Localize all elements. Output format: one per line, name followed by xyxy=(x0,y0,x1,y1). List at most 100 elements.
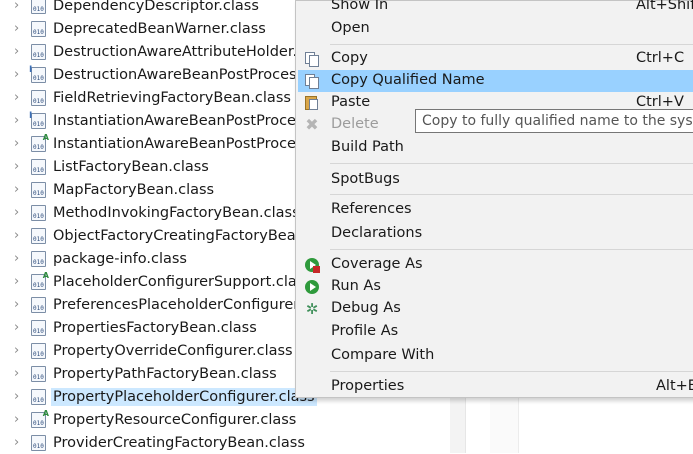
tree-item-label: ProviderCreatingFactoryBean.class xyxy=(53,434,305,451)
menu-item-shortcut: Alt+Shift+W xyxy=(636,0,693,13)
tree-item-label: InstantiationAwareBeanPostProcesso xyxy=(53,135,320,152)
class-file-icon: 010 xyxy=(31,181,46,198)
chevron-right-icon[interactable]: › xyxy=(14,113,24,128)
chevron-right-icon[interactable]: › xyxy=(14,366,24,381)
run-icon xyxy=(304,279,320,295)
tree-item-label: PropertyPathFactoryBean.class xyxy=(53,365,277,382)
class-file-icon: 010 xyxy=(31,43,46,60)
menu-item-profile-as[interactable]: Profile As xyxy=(296,321,693,343)
menu-item-label: References xyxy=(331,201,412,217)
menu-item-shortcut: Ctrl+C xyxy=(636,50,685,66)
debug-bug-icon: ✲ xyxy=(305,300,319,318)
menu-separator xyxy=(330,371,693,372)
tree-item-label: PropertyOverrideConfigurer.class xyxy=(53,342,293,359)
menu-item-label: Show In xyxy=(331,0,389,13)
tree-item[interactable]: › 010 ProviderCreatingFactoryBean.class xyxy=(0,431,450,454)
menu-item-show-in[interactable]: Show In Alt+Shift+W xyxy=(296,0,693,17)
copy-icon xyxy=(304,51,320,67)
class-file-icon: 010 xyxy=(31,250,46,267)
tree-item-label: ObjectFactoryCreatingFactoryBean.c xyxy=(53,227,318,244)
class-file-icon: 010 xyxy=(31,388,46,405)
menu-item-debug-as[interactable]: ✲ Debug As xyxy=(296,298,693,320)
menu-item-declarations[interactable]: Declarations xyxy=(296,223,693,245)
tree-item-label: FieldRetrievingFactoryBean.class xyxy=(53,89,291,106)
coverage-icon xyxy=(304,257,320,273)
class-file-icon: 010 A xyxy=(31,270,49,290)
context-menu: Show In Alt+Shift+W Open Copy Ctrl+C Cop… xyxy=(295,0,693,398)
menu-item-shortcut: Alt+Enter xyxy=(656,378,693,394)
chevron-right-icon[interactable]: › xyxy=(14,297,24,312)
chevron-right-icon[interactable]: › xyxy=(14,21,24,36)
chevron-right-icon[interactable]: › xyxy=(14,320,24,335)
menu-item-shortcut: Ctrl+V xyxy=(636,94,684,110)
chevron-right-icon[interactable]: › xyxy=(14,274,24,289)
tree-item-label: DestructionAwareAttributeHolder.cla xyxy=(53,43,318,60)
menu-item-references[interactable]: References xyxy=(296,199,693,221)
tree-item-label: PropertiesFactoryBean.class xyxy=(53,319,257,336)
tree-item-label: MapFactoryBean.class xyxy=(53,181,215,198)
class-file-icon: 010 I xyxy=(29,65,46,83)
class-file-icon: 010 xyxy=(31,227,46,244)
class-file-icon: 010 xyxy=(31,319,46,336)
tree-item-label: PropertyPlaceholderConfigurer.class xyxy=(51,387,317,406)
class-file-icon: 010 A xyxy=(31,132,49,152)
chevron-right-icon[interactable]: › xyxy=(14,251,24,266)
menu-item-compare-with[interactable]: Compare With xyxy=(296,345,693,367)
chevron-right-icon[interactable]: › xyxy=(14,435,24,450)
tree-item-label: DeprecatedBeanWarner.class xyxy=(53,20,266,37)
menu-separator xyxy=(330,194,693,195)
menu-item-label: Paste xyxy=(331,94,371,110)
menu-item-build-path[interactable]: Build Path xyxy=(296,137,693,159)
menu-item-properties[interactable]: Properties Alt+Enter xyxy=(296,376,693,398)
tooltip: Copy to fully qualified name to the syst… xyxy=(415,109,693,133)
menu-item-label: Declarations xyxy=(331,225,423,241)
tree-item-label: PropertyResourceConfigurer.class xyxy=(53,411,297,428)
chevron-right-icon[interactable]: › xyxy=(14,90,24,105)
menu-item-copy[interactable]: Copy Ctrl+C xyxy=(296,48,693,70)
class-file-icon: 010 xyxy=(31,296,46,313)
delete-icon: ✖ xyxy=(305,115,319,134)
class-file-icon: 010 xyxy=(31,20,46,37)
chevron-right-icon[interactable]: › xyxy=(14,343,24,358)
chevron-right-icon[interactable]: › xyxy=(14,0,24,13)
menu-separator xyxy=(330,44,693,45)
copy-qualified-name-icon xyxy=(304,73,320,89)
chevron-right-icon[interactable]: › xyxy=(14,159,24,174)
menu-item-label: Open xyxy=(331,20,370,36)
menu-item-coverage-as[interactable]: Coverage As xyxy=(296,254,693,276)
class-file-icon: 010 xyxy=(31,365,46,382)
chevron-right-icon[interactable]: › xyxy=(14,67,24,82)
class-file-icon: 010 A xyxy=(31,408,49,428)
tree-item-label: PreferencesPlaceholderConfigurer.c xyxy=(53,296,311,313)
menu-item-label: Coverage As xyxy=(331,256,423,272)
menu-item-label: Profile As xyxy=(331,323,399,339)
menu-item-label: Run As xyxy=(331,278,381,294)
chevron-right-icon[interactable]: › xyxy=(14,389,24,404)
tree-item-label: InstantiationAwareBeanPostProcesso xyxy=(53,112,320,129)
tree-item-label: PlaceholderConfigurerSupport.class xyxy=(53,273,312,290)
menu-item-run-as[interactable]: Run As xyxy=(296,276,693,298)
tree-item-label: ListFactoryBean.class xyxy=(53,158,209,175)
class-file-icon: 010 xyxy=(31,158,46,175)
menu-item-label: Debug As xyxy=(331,300,401,316)
chevron-right-icon[interactable]: › xyxy=(14,205,24,220)
tree-item[interactable]: › 010 A PropertyResourceConfigurer.class xyxy=(0,408,450,431)
class-file-icon: 010 xyxy=(31,434,46,451)
chevron-right-icon[interactable]: › xyxy=(14,228,24,243)
tree-item-label: DependencyDescriptor.class xyxy=(53,0,259,14)
chevron-right-icon[interactable]: › xyxy=(14,182,24,197)
menu-item-copy-qualified-name[interactable]: Copy Qualified Name xyxy=(298,70,693,92)
class-file-icon: 010 I xyxy=(29,111,46,129)
menu-item-spotbugs[interactable]: SpotBugs xyxy=(296,169,693,191)
chevron-right-icon[interactable]: › xyxy=(14,136,24,151)
tree-item-label: DestructionAwareBeanPostProcesso xyxy=(53,66,314,83)
menu-item-label: Compare With xyxy=(331,347,435,363)
tree-item-label: package-info.class xyxy=(53,250,187,267)
menu-item-label: Delete xyxy=(331,116,379,132)
paste-icon xyxy=(304,95,320,111)
class-file-icon: 010 xyxy=(31,0,46,14)
tree-item-label: MethodInvokingFactoryBean.class xyxy=(53,204,300,221)
menu-item-open[interactable]: Open xyxy=(296,18,693,40)
chevron-right-icon[interactable]: › xyxy=(14,44,24,59)
chevron-right-icon[interactable]: › xyxy=(14,412,24,427)
